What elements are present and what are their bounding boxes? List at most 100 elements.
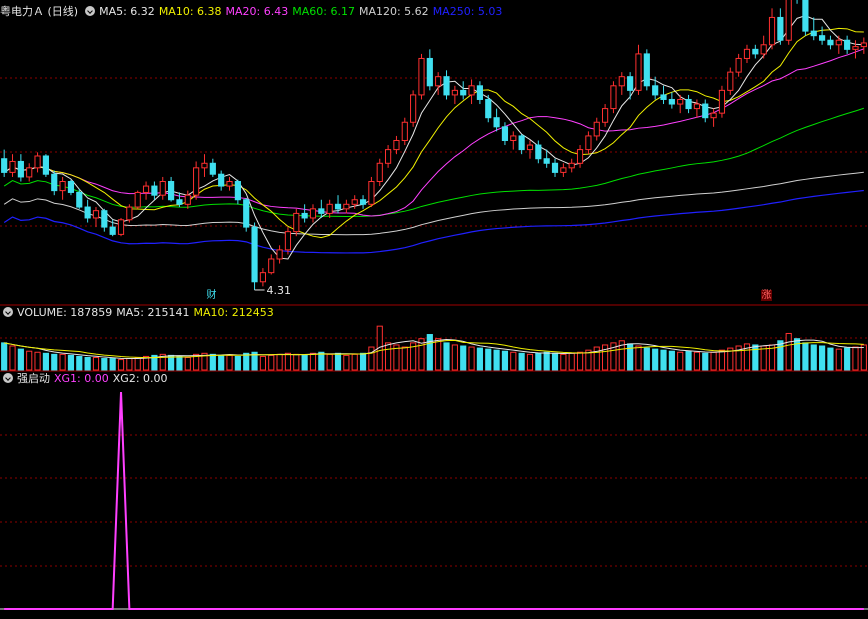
candle-body [752, 48, 759, 55]
candle-body [702, 103, 709, 119]
candle-body [318, 208, 325, 214]
volume-bar [76, 355, 83, 371]
volume-label: VOLUME: 187859 [17, 306, 113, 319]
candle-body [593, 121, 600, 137]
volume-bar [593, 346, 600, 371]
vol-ma10-label: MA10: 212453 [193, 306, 274, 319]
rise-tag[interactable]: 涨 [761, 290, 772, 301]
indicator-settings-icon[interactable] [3, 373, 13, 383]
finance-tag[interactable]: 财 [206, 290, 217, 301]
candle-body [418, 57, 425, 96]
candle-body [443, 76, 450, 96]
candle-body [276, 249, 283, 260]
volume-bar [460, 345, 467, 371]
settings-toggle-icon[interactable] [85, 6, 96, 16]
candle-body [351, 199, 358, 205]
candle-body [151, 185, 158, 196]
volume-bar [101, 358, 108, 371]
volume-bar [518, 352, 525, 371]
candle-body [501, 126, 509, 141]
volume-bar [276, 353, 283, 371]
volume-bar [59, 353, 66, 371]
volume-bar [677, 351, 684, 371]
candle-body [610, 85, 617, 110]
volume-bar [259, 355, 266, 371]
volume-bar [359, 352, 367, 371]
volume-bar [660, 349, 667, 371]
indicator-legend: 强启动 XG1: 0.00 XG2: 0.00 [0, 372, 172, 386]
candle-body [860, 42, 867, 48]
volume-bar [385, 342, 392, 371]
ma10-label: MA10: 6.38 [158, 5, 222, 18]
volume-bar [643, 347, 650, 371]
volume-bar [268, 354, 275, 371]
candle-body [368, 181, 375, 205]
candle-body [209, 162, 216, 175]
volume-bar [426, 334, 433, 371]
low-price-label: 4.31 [267, 284, 292, 297]
volume-bar [67, 354, 75, 371]
candle-body [460, 89, 467, 96]
volume-bar [693, 351, 700, 371]
candle-body [560, 167, 567, 173]
volume-bar [92, 356, 100, 371]
candle-body [827, 39, 834, 46]
candle-body [602, 108, 609, 123]
candle-body [585, 135, 592, 151]
volume-bar [652, 348, 659, 371]
volume-bar [710, 351, 717, 371]
candle-body [493, 117, 500, 128]
candle-body [218, 173, 225, 187]
main-legend: 粤电力Ａ (日线) MA5: 6.32 MA10: 6.38 MA20: 6.43 MA… [0, 5, 506, 19]
candle-body [476, 85, 483, 100]
candle-body [67, 181, 75, 193]
volume-bar [234, 355, 241, 371]
volume-bar [243, 352, 250, 371]
volume-bar [560, 353, 567, 371]
volume-bar [42, 352, 49, 371]
xg1-line [4, 391, 864, 610]
candle-body [777, 16, 784, 41]
volume-bar [802, 342, 809, 371]
volume-bar [209, 353, 216, 371]
volume-bar [827, 347, 834, 371]
candle-body [819, 35, 826, 41]
volume-bar [84, 356, 91, 371]
candle-body [176, 199, 183, 205]
ma5-line [3, 15, 864, 260]
candle-body [17, 160, 24, 178]
volume-bar [309, 352, 317, 371]
candle-body [526, 144, 534, 151]
candle-body [568, 162, 575, 169]
volume-bar [810, 344, 817, 371]
candle-body [652, 85, 659, 96]
candle-body [426, 57, 433, 87]
volume-bar [1, 342, 8, 371]
candle-body [26, 167, 33, 178]
volume-bar [485, 348, 492, 371]
candle-body [293, 212, 300, 233]
candle-body [142, 185, 150, 193]
candle-body [243, 199, 250, 228]
volume-bar [451, 344, 458, 371]
volume-bar [760, 345, 767, 371]
ma60-label: MA60: 6.17 [292, 5, 355, 18]
indicator-title: 强启动 [17, 372, 50, 385]
candle-body [551, 162, 559, 173]
candle-body [134, 191, 141, 208]
candle-body [618, 76, 625, 87]
candle-body [835, 39, 842, 46]
candle-body [376, 162, 383, 183]
volume-bar [468, 346, 475, 371]
volume-bar [785, 332, 792, 371]
candle-body [401, 121, 408, 141]
candle-body [84, 206, 91, 219]
candle-body [268, 258, 275, 274]
candle-body [660, 94, 667, 100]
volume-settings-icon[interactable] [3, 307, 13, 317]
candle-body [76, 191, 83, 208]
candle-body [359, 199, 367, 205]
candle-body [543, 158, 550, 164]
candle-body [435, 76, 442, 87]
candle-body [193, 167, 200, 196]
